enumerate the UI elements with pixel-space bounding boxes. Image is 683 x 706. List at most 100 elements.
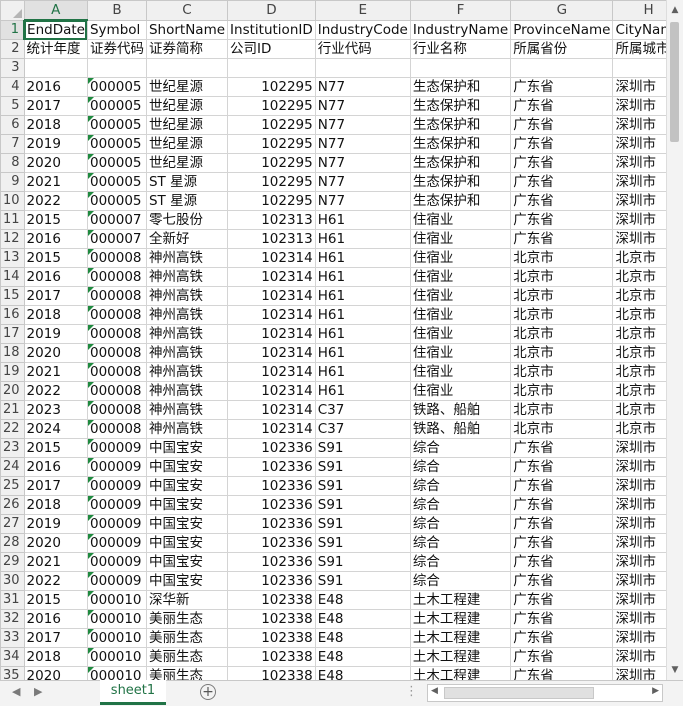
cell-a16[interactable]: 2018 <box>23 305 88 325</box>
cell-d14[interactable]: 102314 <box>227 267 316 287</box>
cell-f13[interactable]: 住宿业 <box>409 248 512 268</box>
cell-a8[interactable]: 2020 <box>23 153 88 173</box>
cell-g35[interactable]: 广东省 <box>510 666 614 680</box>
cell-a33[interactable]: 2017 <box>23 628 88 648</box>
cell-g19[interactable]: 北京市 <box>510 362 614 382</box>
cell-c25[interactable]: 中国宝安 <box>145 476 229 496</box>
cell-f15[interactable]: 住宿业 <box>409 286 512 306</box>
cell-f29[interactable]: 综合 <box>409 552 512 572</box>
row-header[interactable]: 32 <box>0 609 25 629</box>
scroll-right-icon[interactable]: ▶ <box>652 686 659 696</box>
cell-c14[interactable]: 神州高铁 <box>145 267 229 287</box>
row-header[interactable]: 27 <box>0 514 25 534</box>
cell-a29[interactable]: 2021 <box>23 552 88 572</box>
cell-g26[interactable]: 广东省 <box>510 495 614 515</box>
row-header[interactable]: 25 <box>0 476 25 496</box>
cell-e11[interactable]: H61 <box>314 210 411 230</box>
cell-e35[interactable]: E48 <box>314 666 411 680</box>
cell-c8[interactable]: 世纪星源 <box>145 153 229 173</box>
horizontal-scroll-thumb[interactable] <box>444 687 594 699</box>
cell-h6[interactable]: 深圳市 <box>612 115 666 135</box>
cell-g32[interactable]: 广东省 <box>510 609 614 629</box>
cell-g21[interactable]: 北京市 <box>510 400 614 420</box>
cell-a3[interactable] <box>23 58 88 78</box>
cell-g20[interactable]: 北京市 <box>510 381 614 401</box>
cell-e2[interactable]: 行业代码 <box>314 39 411 59</box>
cell-f31[interactable]: 土木工程建 <box>409 590 512 610</box>
cell-a13[interactable]: 2015 <box>23 248 88 268</box>
select-all-button[interactable] <box>0 0 25 21</box>
cell-d12[interactable]: 102313 <box>227 229 316 249</box>
cell-d1[interactable]: InstitutionID <box>227 19 316 40</box>
cell-a26[interactable]: 2018 <box>23 495 88 515</box>
row-header[interactable]: 23 <box>0 438 25 458</box>
cell-a25[interactable]: 2017 <box>23 476 88 496</box>
cell-f19[interactable]: 住宿业 <box>409 362 512 382</box>
cell-h29[interactable]: 深圳市 <box>612 552 666 572</box>
cell-g2[interactable]: 所属省份 <box>510 39 614 59</box>
row-header[interactable]: 7 <box>0 134 25 154</box>
cell-e23[interactable]: S91 <box>314 438 411 458</box>
cell-h34[interactable]: 深圳市 <box>612 647 666 667</box>
cell-a1[interactable]: EndDate <box>23 19 88 40</box>
cell-c31[interactable]: 深华新 <box>145 590 229 610</box>
row-header[interactable]: 17 <box>0 324 25 344</box>
cell-f2[interactable]: 行业名称 <box>409 39 512 59</box>
cell-d15[interactable]: 102314 <box>227 286 316 306</box>
cell-c7[interactable]: 世纪星源 <box>145 134 229 154</box>
cell-d16[interactable]: 102314 <box>227 305 316 325</box>
cell-e10[interactable]: N77 <box>314 191 411 211</box>
cell-d33[interactable]: 102338 <box>227 628 316 648</box>
cell-a23[interactable]: 2015 <box>23 438 88 458</box>
cell-e27[interactable]: S91 <box>314 514 411 534</box>
cell-d2[interactable]: 公司ID <box>227 39 316 59</box>
cell-b31[interactable]: 000010 <box>86 590 147 610</box>
cell-c32[interactable]: 美丽生态 <box>145 609 229 629</box>
column-header-c[interactable]: C <box>145 0 229 21</box>
cell-e19[interactable]: H61 <box>314 362 411 382</box>
cell-c29[interactable]: 中国宝安 <box>145 552 229 572</box>
cell-h17[interactable]: 北京市 <box>612 324 666 344</box>
cell-a15[interactable]: 2017 <box>23 286 88 306</box>
cell-b29[interactable]: 000009 <box>86 552 147 572</box>
cell-c23[interactable]: 中国宝安 <box>145 438 229 458</box>
cell-e9[interactable]: N77 <box>314 172 411 192</box>
row-header[interactable]: 29 <box>0 552 25 572</box>
cell-e18[interactable]: H61 <box>314 343 411 363</box>
cell-d30[interactable]: 102336 <box>227 571 316 591</box>
cell-g13[interactable]: 北京市 <box>510 248 614 268</box>
horizontal-scrollbar[interactable]: ◀ ▶ <box>427 684 663 702</box>
cell-a7[interactable]: 2019 <box>23 134 88 154</box>
cell-d31[interactable]: 102338 <box>227 590 316 610</box>
cell-e32[interactable]: E48 <box>314 609 411 629</box>
cell-e7[interactable]: N77 <box>314 134 411 154</box>
cell-e22[interactable]: C37 <box>314 419 411 439</box>
cell-f25[interactable]: 综合 <box>409 476 512 496</box>
row-header[interactable]: 33 <box>0 628 25 648</box>
cell-a31[interactable]: 2015 <box>23 590 88 610</box>
cell-h19[interactable]: 北京市 <box>612 362 666 382</box>
cell-g10[interactable]: 广东省 <box>510 191 614 211</box>
scroll-left-icon[interactable]: ◀ <box>431 686 438 696</box>
cell-b22[interactable]: 000008 <box>86 419 147 439</box>
row-header[interactable]: 21 <box>0 400 25 420</box>
cell-d19[interactable]: 102314 <box>227 362 316 382</box>
cell-b26[interactable]: 000009 <box>86 495 147 515</box>
cell-g24[interactable]: 广东省 <box>510 457 614 477</box>
cell-c2[interactable]: 证券简称 <box>145 39 229 59</box>
cell-a9[interactable]: 2021 <box>23 172 88 192</box>
cell-d23[interactable]: 102336 <box>227 438 316 458</box>
cell-e13[interactable]: H61 <box>314 248 411 268</box>
cell-f24[interactable]: 综合 <box>409 457 512 477</box>
next-sheet-icon[interactable]: ▶ <box>34 685 42 698</box>
cell-b3[interactable] <box>86 58 147 78</box>
cell-g7[interactable]: 广东省 <box>510 134 614 154</box>
cell-h23[interactable]: 深圳市 <box>612 438 666 458</box>
cell-d10[interactable]: 102295 <box>227 191 316 211</box>
cell-h7[interactable]: 深圳市 <box>612 134 666 154</box>
cell-a28[interactable]: 2020 <box>23 533 88 553</box>
cell-b30[interactable]: 000009 <box>86 571 147 591</box>
cell-d35[interactable]: 102338 <box>227 666 316 680</box>
cell-g15[interactable]: 北京市 <box>510 286 614 306</box>
cell-e5[interactable]: N77 <box>314 96 411 116</box>
